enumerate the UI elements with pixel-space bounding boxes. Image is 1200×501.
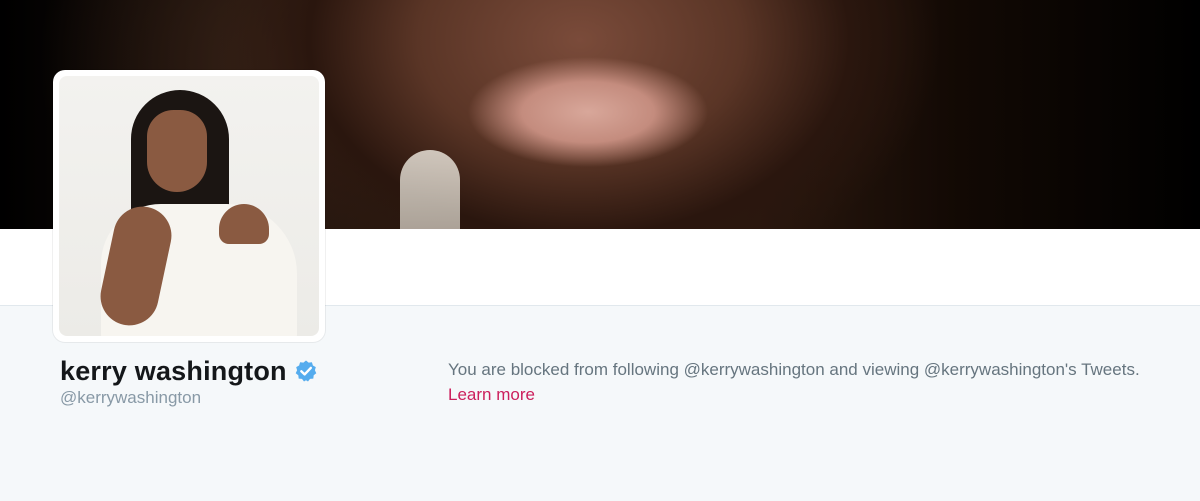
- learn-more-link[interactable]: Learn more: [448, 385, 535, 405]
- profile-avatar[interactable]: [59, 76, 319, 336]
- avatar-shoulder: [219, 204, 269, 244]
- profile-page: kerry washington @kerrywashington You ar…: [0, 0, 1200, 501]
- avatar-face: [147, 110, 207, 192]
- profile-screen-name[interactable]: @kerrywashington: [60, 388, 201, 408]
- blocked-notice-text: You are blocked from following @kerrywas…: [448, 360, 1140, 379]
- profile-name[interactable]: kerry washington: [60, 356, 287, 387]
- verified-badge-icon: [294, 359, 318, 383]
- profile-avatar-frame[interactable]: [53, 70, 325, 342]
- banner-collar: [400, 150, 460, 229]
- profile-name-row: kerry washington: [60, 353, 318, 389]
